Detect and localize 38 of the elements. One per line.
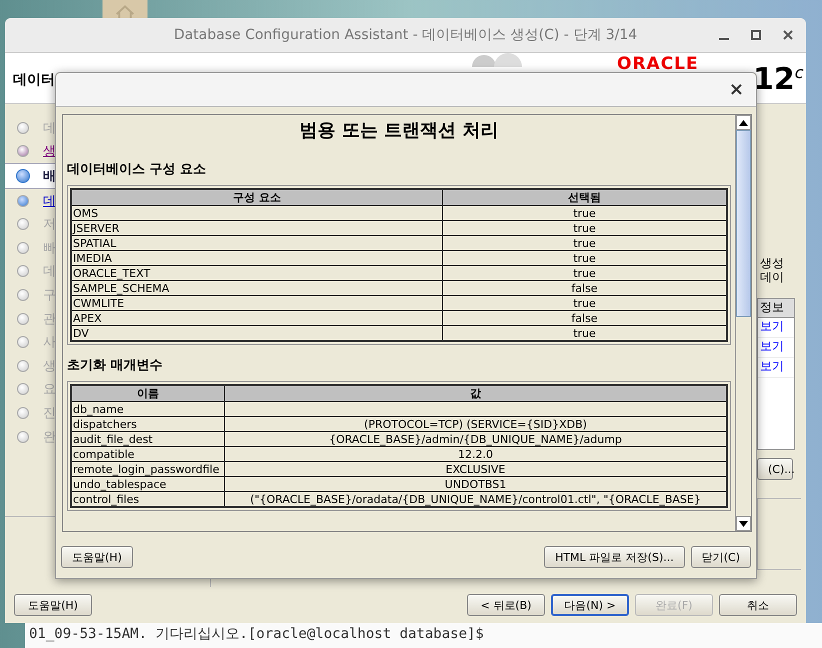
version-logo: 12$^{c}$	[753, 61, 804, 99]
window-title: Database Configuration Assistant - 데이터베이스 생성(C) - 단계 3/14	[174, 26, 638, 44]
oracle-logo: ORACLE	[617, 55, 699, 73]
column-header: 구성 요소	[71, 189, 442, 206]
report-title: 범용 또는 트랜잭션 처리	[300, 119, 498, 142]
column-header: 이름	[71, 385, 224, 402]
description-text: 생성	[759, 256, 785, 270]
table-cell: db_name	[71, 402, 224, 416]
description-text: 데이	[759, 270, 785, 284]
column-header: 값	[224, 385, 727, 402]
table-cell: ORACLE_TEXT	[71, 266, 442, 280]
table-cell: SAMPLE_SCHEMA	[71, 280, 442, 296]
table-cell: audit_file_dest	[71, 432, 224, 446]
table-cell: control_files	[71, 492, 224, 507]
table-cell: CWMLITE	[71, 296, 442, 310]
table-cell: EXCLUSIVE	[224, 462, 727, 476]
column-header: 정보	[758, 299, 794, 318]
table-cell: undo_tablespace	[71, 476, 224, 492]
table-cell: JSERVER	[71, 220, 442, 236]
page-heading: 데이터	[13, 71, 55, 89]
table-cell: 12.2.0	[224, 446, 727, 462]
table-cell: dispatchers	[71, 416, 224, 432]
table-cell: false	[442, 280, 727, 296]
table-cell: UNDOTBS1	[224, 476, 727, 492]
terminal-line: 01_09-53-15AM. 기다리십시오.[oracle@localhost database]$	[29, 626, 484, 642]
table-cell: (PROTOCOL=TCP) (SERVICE={SID}XDB)	[224, 416, 727, 432]
table-cell: {ORACLE_BASE}/admin/{DB_UNIQUE_NAME}/adump	[224, 432, 727, 446]
table-cell: SPATIAL	[71, 236, 442, 250]
table-cell: compatible	[71, 446, 224, 462]
section-title: 초기화 매개변수	[67, 357, 164, 374]
table-cell: IMEDIA	[71, 250, 442, 266]
column-header: 선택됨	[442, 189, 727, 206]
table-cell: APEX	[71, 310, 442, 326]
table-cell: false	[442, 310, 727, 326]
table-cell: DV	[71, 326, 442, 341]
table-cell: remote_login_passwordfile	[71, 462, 224, 476]
table-cell: OMS	[71, 206, 442, 220]
section-title: 데이터베이스 구성 요소	[67, 161, 208, 178]
